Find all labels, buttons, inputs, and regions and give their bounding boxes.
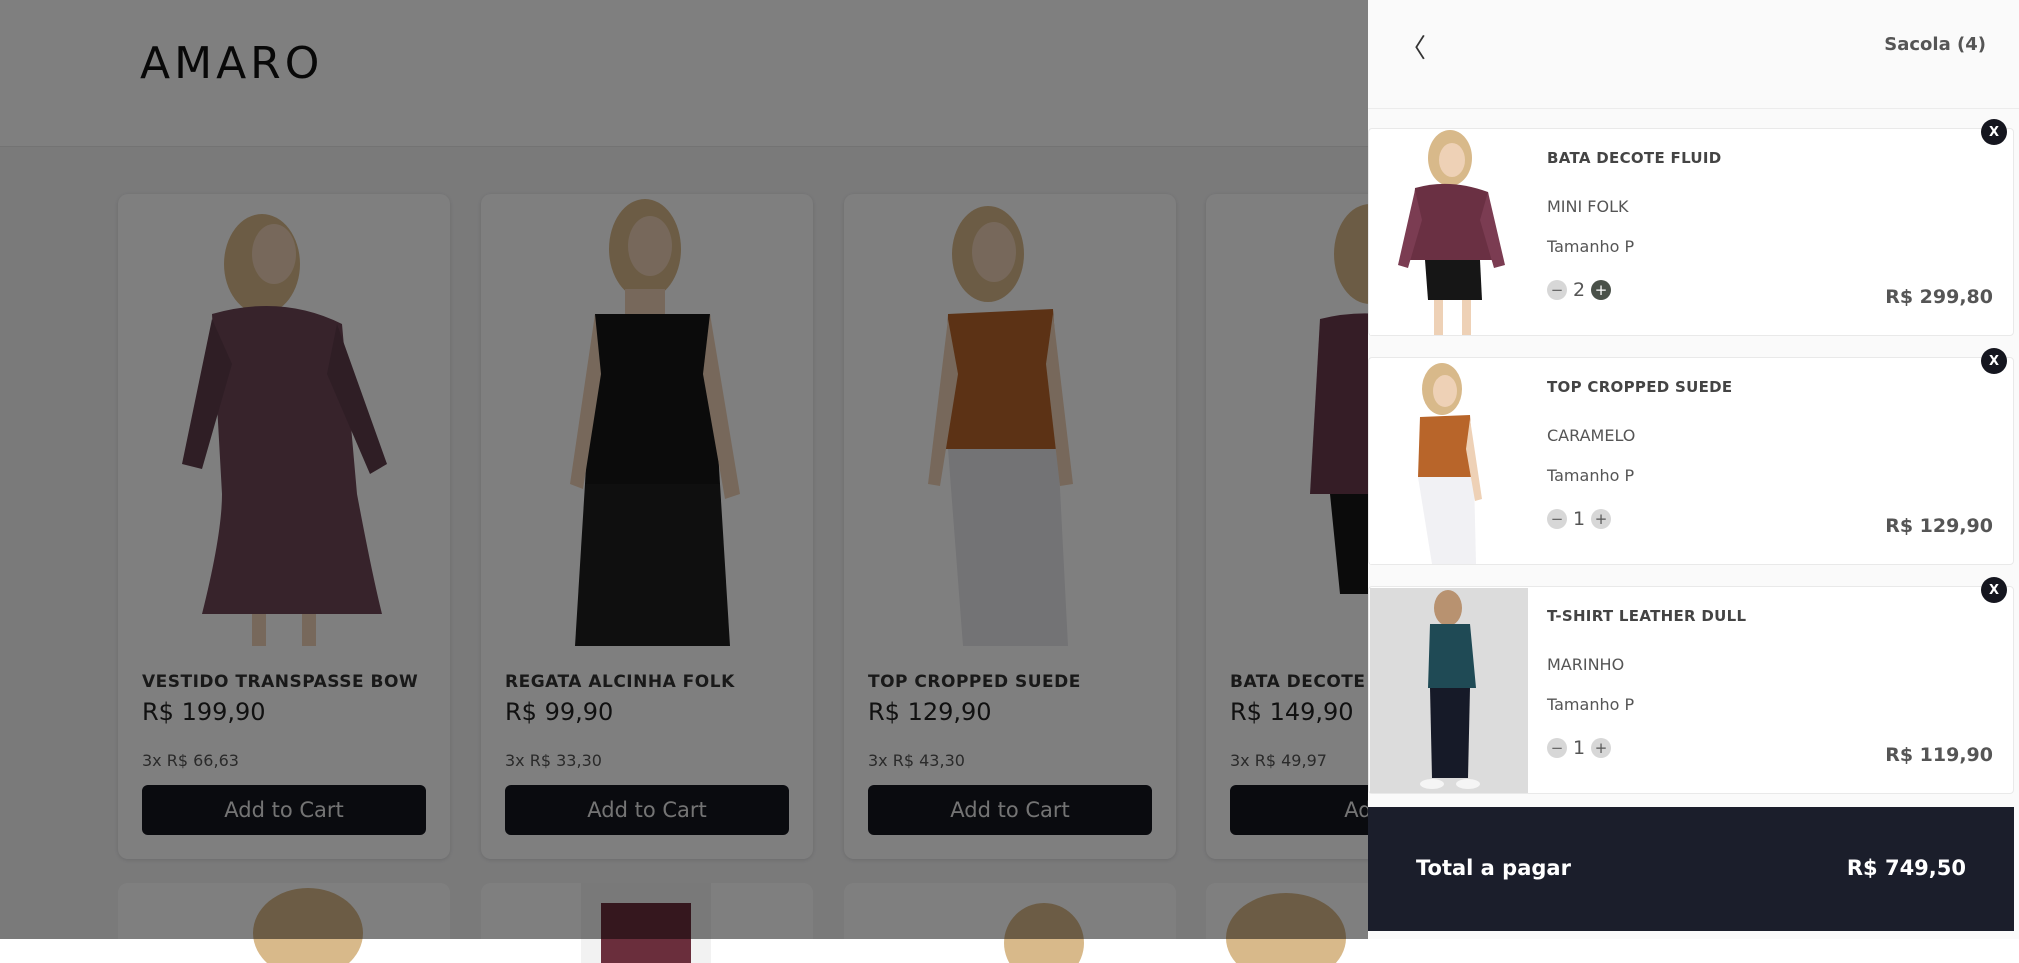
quantity-value: 1 bbox=[1573, 737, 1586, 759]
cart-item-color: CARAMELO bbox=[1547, 426, 1636, 445]
quantity-value: 2 bbox=[1573, 279, 1586, 301]
quantity-stepper: − 1 + bbox=[1547, 737, 1612, 759]
increase-quantity-button[interactable]: + bbox=[1591, 738, 1612, 758]
cart-item-price: R$ 119,90 bbox=[1885, 744, 1993, 766]
quantity-stepper: − 2 + bbox=[1547, 279, 1612, 301]
cart-item-photo bbox=[1370, 359, 1528, 564]
decrease-quantity-button[interactable]: − bbox=[1547, 509, 1567, 529]
cart-item-name: T-SHIRT LEATHER DULL bbox=[1547, 607, 1747, 625]
cart-item: TOP CROPPED SUEDE CARAMELO Tamanho P − 1… bbox=[1368, 357, 2014, 565]
total-value: R$ 749,50 bbox=[1846, 856, 1966, 880]
cart-drawer: 〈 Sacola (4) BATA DECOTE FLUID MINI FOLK… bbox=[1368, 0, 2019, 939]
chevron-left-icon[interactable]: 〈 bbox=[1400, 28, 1426, 65]
cart-item-photo bbox=[1370, 588, 1528, 793]
cart-item-photo bbox=[1370, 130, 1528, 335]
total-label: Total a pagar bbox=[1416, 856, 1571, 880]
remove-item-button[interactable]: X bbox=[1981, 119, 2007, 145]
cart-item-price: R$ 129,90 bbox=[1885, 515, 1993, 537]
cart-total-bar: Total a pagar R$ 749,50 bbox=[1368, 807, 2014, 931]
cart-item: BATA DECOTE FLUID MINI FOLK Tamanho P − … bbox=[1368, 128, 2014, 336]
decrease-quantity-button[interactable]: − bbox=[1547, 280, 1567, 300]
cart-title: Sacola (4) bbox=[1884, 34, 1986, 55]
cart-item-name: TOP CROPPED SUEDE bbox=[1547, 378, 1733, 396]
increase-quantity-button[interactable]: + bbox=[1591, 280, 1612, 300]
remove-item-button[interactable]: X bbox=[1981, 348, 2007, 374]
quantity-stepper: − 1 + bbox=[1547, 508, 1612, 530]
quantity-value: 1 bbox=[1573, 508, 1586, 530]
cart-item-size: Tamanho P bbox=[1547, 237, 1635, 256]
cart-item: T-SHIRT LEATHER DULL MARINHO Tamanho P −… bbox=[1368, 586, 2014, 794]
cart-item-size: Tamanho P bbox=[1547, 466, 1635, 485]
remove-item-button[interactable]: X bbox=[1981, 577, 2007, 603]
cart-item-name: BATA DECOTE FLUID bbox=[1547, 149, 1722, 167]
cart-item-size: Tamanho P bbox=[1547, 695, 1635, 714]
cart-item-color: MINI FOLK bbox=[1547, 197, 1629, 216]
cart-item-color: MARINHO bbox=[1547, 655, 1625, 674]
increase-quantity-button[interactable]: + bbox=[1591, 509, 1612, 529]
cart-item-price: R$ 299,80 bbox=[1885, 286, 1993, 308]
decrease-quantity-button[interactable]: − bbox=[1547, 738, 1567, 758]
cart-header: 〈 Sacola (4) bbox=[1368, 0, 2019, 109]
